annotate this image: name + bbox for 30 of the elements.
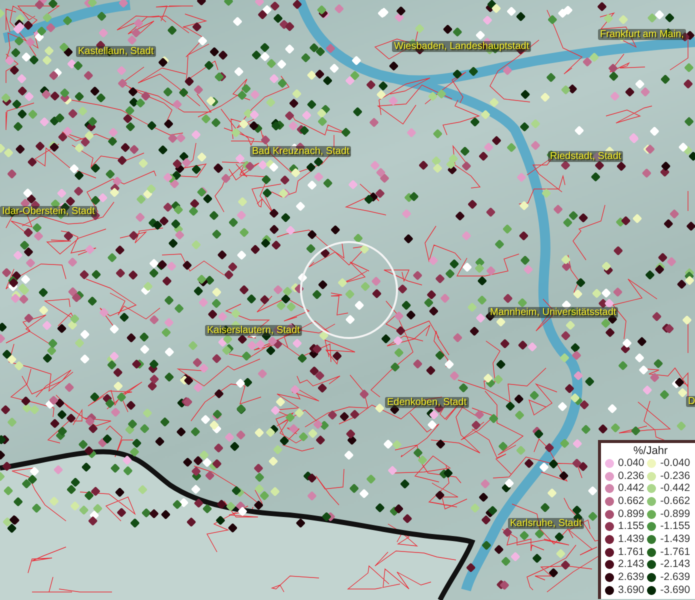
legend-value: 0.662 [618, 496, 644, 507]
legend-value: 1.761 [618, 546, 644, 558]
place-label: D [686, 396, 695, 407]
legend-value: 1.439 [618, 534, 644, 545]
place-label: Mannheim, Universitätsstadt [488, 307, 618, 318]
legend-value: -0.040 [660, 458, 690, 469]
legend-value: -3.690 [660, 584, 690, 596]
legend-value: 2.639 [618, 572, 644, 584]
place-label: Riedstadt, Stadt [548, 151, 624, 162]
legend-value: -1.155 [660, 521, 690, 532]
legend-value: -0.236 [660, 470, 690, 482]
legend-value: -0.442 [660, 483, 690, 494]
legend-value: 0.899 [618, 508, 644, 520]
legend-value: -2.639 [660, 572, 690, 584]
legend-value: 0.236 [618, 470, 644, 482]
legend-value: -0.899 [660, 508, 690, 520]
place-label: Frankfurt am Main, [598, 29, 686, 40]
legend-value: -1.439 [660, 534, 690, 545]
legend-title: %/Jahr [632, 445, 669, 457]
legend-value: 3.690 [618, 584, 644, 596]
legend-value: -1.761 [660, 546, 690, 558]
legend-value: 0.040 [618, 458, 644, 469]
place-label: Edenkoben, Stadt [385, 397, 469, 408]
place-label: Karlsruhe, Stadt [508, 518, 584, 529]
legend-value: -0.662 [660, 496, 690, 507]
place-label: Bad Kreuznach, Stadt [250, 146, 352, 157]
legend-value: -2.143 [660, 559, 690, 570]
legend-value: 0.442 [618, 483, 644, 494]
legend-value: 2.143 [618, 559, 644, 570]
legend-value: 1.155 [618, 521, 644, 532]
